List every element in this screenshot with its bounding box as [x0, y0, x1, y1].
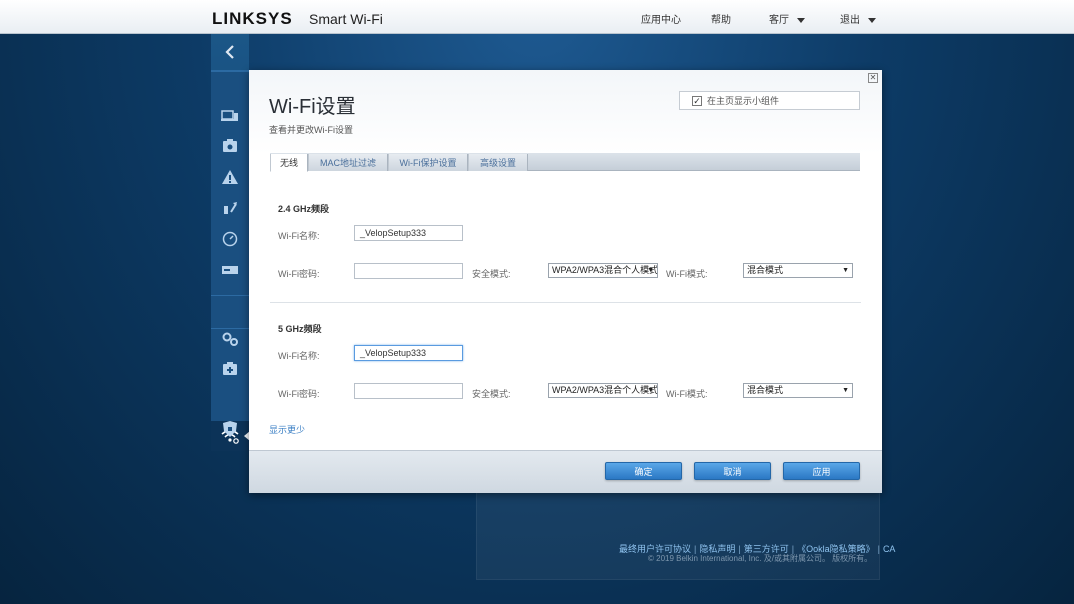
sidebar-item-alerts[interactable] — [220, 167, 240, 187]
band-24-security-select[interactable]: WPA2/WPA3混合个人模式 ▼ — [548, 263, 658, 278]
band-24-security-label: 安全模式: — [472, 269, 511, 279]
band-24-password-label: Wi-Fi密码: — [278, 269, 320, 279]
ok-button[interactable]: 确定 — [605, 462, 682, 480]
band-5-mode-label: Wi-Fi模式: — [666, 389, 708, 399]
chevron-down-icon — [868, 17, 876, 23]
top-bar: LINKSYS Smart Wi-Fi 应用中心 帮助 客厅 退出 — [0, 0, 1074, 34]
band-5-security-label: 安全模式: — [472, 389, 511, 399]
band-24-heading: 2.4 GHz频段 — [278, 204, 330, 214]
guest-menu[interactable]: 客厅 — [769, 11, 805, 26]
band-5-mode-value: 混合模式 — [747, 385, 784, 395]
tab-wireless[interactable]: 无线 — [270, 154, 308, 172]
show-widget-toggle[interactable]: ✓ 在主页显示小组件 — [679, 91, 860, 110]
band-24-mode-select[interactable]: 混合模式 ▼ — [743, 263, 853, 278]
band-divider — [270, 302, 861, 303]
copyright: © 2019 Belkin International, Inc. 及/或其附属… — [648, 554, 873, 563]
speed-test-icon — [222, 231, 238, 247]
band-5-name-input[interactable]: _VelopSetup333 — [354, 345, 463, 361]
sidebar — [211, 34, 250, 451]
background-panel — [476, 492, 880, 580]
apply-button[interactable]: 应用 — [783, 462, 860, 480]
modal-header: ✕ Wi-Fi设置 查看并更改Wi-Fi设置 ✓ 在主页显示小组件 — [249, 70, 882, 154]
app-center-link[interactable]: 应用中心 — [641, 11, 681, 26]
dropdown-arrow-icon: ▼ — [842, 267, 849, 274]
band-24-mode-label: Wi-Fi模式: — [666, 269, 708, 279]
footer-link-ca[interactable]: CA — [883, 544, 896, 554]
chevron-down-icon — [797, 17, 805, 23]
sidebar-item-storage[interactable] — [220, 260, 240, 280]
storage-icon — [222, 266, 238, 274]
band-24-mode-value: 混合模式 — [747, 265, 784, 275]
gear-icon — [222, 332, 238, 346]
sidebar-divider — [211, 71, 249, 72]
dropdown-arrow-icon: ▼ — [842, 387, 849, 394]
chevron-left-icon — [225, 45, 234, 59]
devices-icon — [221, 110, 238, 121]
sidebar-item-devices[interactable] — [220, 106, 240, 126]
band-5-security-select[interactable]: WPA2/WPA3混合个人模式 ▼ — [548, 383, 658, 398]
show-less-link[interactable]: 显示更少 — [269, 423, 305, 436]
close-icon[interactable]: ✕ — [868, 73, 878, 83]
sidebar-item-connectivity[interactable] — [220, 329, 240, 349]
footer-separator: | — [877, 544, 880, 554]
dropdown-arrow-icon: ▼ — [647, 267, 654, 274]
band-24-security-value: WPA2/WPA3混合个人模式 — [552, 265, 658, 275]
band-5-name-label: Wi-Fi名称: — [278, 351, 320, 361]
dropdown-arrow-icon: ▼ — [647, 387, 654, 394]
troubleshooting-icon — [223, 362, 237, 375]
back-button[interactable] — [211, 34, 249, 70]
show-widget-checkbox[interactable]: ✓ — [692, 95, 702, 106]
logout-menu[interactable]: 退出 — [840, 11, 876, 26]
band-5-password-label: Wi-Fi密码: — [278, 389, 320, 399]
band-5-mode-select[interactable]: 混合模式 ▼ — [743, 383, 853, 398]
tab-wps[interactable]: Wi-Fi保护设置 — [388, 154, 468, 171]
help-link[interactable]: 帮助 — [711, 11, 731, 26]
band-24-name-label: Wi-Fi名称: — [278, 231, 320, 241]
warning-icon — [222, 170, 238, 184]
sidebar-item-troubleshooting[interactable] — [220, 359, 240, 379]
sidebar-item-parental[interactable] — [220, 136, 240, 156]
page-subtitle: 查看并更改Wi-Fi设置 — [269, 125, 353, 135]
band-5-security-value: WPA2/WPA3混合个人模式 — [552, 385, 658, 395]
cancel-button[interactable]: 取消 — [694, 462, 771, 480]
priority-icon — [224, 202, 237, 214]
modal-footer: 确定 取消 应用 — [249, 450, 882, 493]
band-5-heading: 5 GHz频段 — [278, 324, 322, 334]
wifi-settings-modal: ✕ Wi-Fi设置 查看并更改Wi-Fi设置 ✓ 在主页显示小组件 无线 MAC… — [249, 70, 882, 493]
sidebar-item-security[interactable] — [220, 419, 240, 439]
tab-advanced[interactable]: 高级设置 — [468, 154, 528, 171]
logo-subtitle: Smart Wi-Fi — [309, 11, 383, 27]
sidebar-item-speed[interactable] — [220, 229, 240, 249]
sidebar-panel — [211, 70, 250, 451]
tab-bar: 无线 MAC地址过滤 Wi-Fi保护设置 高级设置 — [270, 153, 860, 172]
show-widget-label: 在主页显示小组件 — [707, 96, 780, 106]
logout-menu-label: 退出 — [840, 15, 860, 26]
band-24-name-input[interactable]: _VelopSetup333 — [354, 225, 463, 241]
sidebar-item-priority[interactable] — [220, 198, 240, 218]
shield-icon — [223, 421, 237, 437]
parental-controls-icon — [223, 139, 237, 152]
tab-mac-filter[interactable]: MAC地址过滤 — [308, 154, 388, 171]
sidebar-divider — [211, 295, 249, 296]
band-24-password-input[interactable] — [354, 263, 463, 279]
guest-menu-label: 客厅 — [769, 15, 789, 26]
page-title: Wi-Fi设置 — [269, 96, 356, 118]
linksys-logo: LINKSYS — [212, 9, 293, 28]
band-5-password-input[interactable] — [354, 383, 463, 399]
